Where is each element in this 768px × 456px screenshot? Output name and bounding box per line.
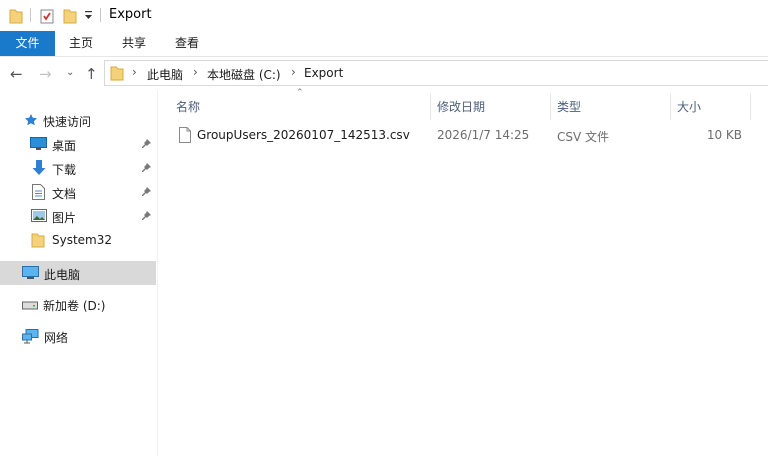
sidebar-item-label: 新加卷 (D:)	[43, 299, 106, 313]
pin-icon	[142, 211, 151, 220]
file-row[interactable]: GroupUsers_20260107_142513.csv 2026/1/7 …	[172, 124, 752, 146]
sidebar-item-label: 文档	[52, 187, 77, 201]
pin-icon	[142, 187, 151, 196]
new-folder-icon[interactable]	[63, 8, 77, 27]
window-title: Export	[109, 7, 152, 22]
sidebar-item-label: 下载	[52, 163, 77, 177]
address-bar[interactable]: › 此电脑 › 本地磁盘 (C:) › Export	[104, 60, 768, 86]
breadcrumb-chevron-icon[interactable]: ›	[193, 65, 198, 79]
column-modified[interactable]: 修改日期	[437, 98, 485, 115]
folder-icon[interactable]	[9, 8, 23, 27]
picture-icon	[31, 209, 47, 225]
sidebar-item-this-pc[interactable]: 此电脑	[0, 261, 156, 285]
toolbar-separator	[100, 8, 101, 22]
properties-icon[interactable]	[40, 8, 54, 27]
network-icon	[22, 329, 39, 347]
download-icon	[32, 160, 46, 179]
column-name[interactable]: 名称	[176, 98, 200, 115]
folder-icon	[31, 232, 45, 251]
csv-file-icon	[179, 127, 191, 146]
computer-icon	[22, 266, 39, 283]
breadcrumb-local-disk[interactable]: 本地磁盘 (C:)	[207, 66, 281, 83]
breadcrumb-chevron-icon[interactable]: ›	[132, 65, 137, 79]
column-size[interactable]: 大小	[677, 98, 701, 115]
sidebar-item-drive-d[interactable]: 新加卷 (D:)	[0, 293, 156, 315]
tab-home[interactable]: 主页	[62, 31, 100, 56]
column-divider[interactable]	[430, 94, 431, 120]
file-type: CSV 文件	[557, 130, 610, 144]
toolbar-separator	[30, 8, 31, 22]
breadcrumb-this-pc[interactable]: 此电脑	[147, 66, 183, 83]
sidebar-item-documents[interactable]: 文档	[0, 181, 156, 203]
sort-ascending-icon: ⌃	[296, 88, 304, 98]
sidebar-item-label: 此电脑	[44, 268, 81, 282]
back-arrow-icon[interactable]: ←	[10, 65, 23, 83]
tab-file[interactable]: 文件	[0, 31, 55, 56]
sidebar-item-label: 图片	[52, 211, 77, 225]
title-bar: Export	[0, 0, 768, 31]
sidebar-item-label: 网络	[44, 331, 69, 345]
sidebar-item-desktop[interactable]: 桌面	[0, 133, 156, 155]
column-divider[interactable]	[670, 94, 671, 120]
breadcrumb-export[interactable]: Export	[304, 66, 343, 80]
document-icon	[32, 184, 45, 203]
sidebar-item-quick-access[interactable]: 快速访问	[0, 109, 156, 131]
desktop-icon	[30, 137, 47, 154]
sidebar-item-system32[interactable]: System32	[0, 229, 156, 251]
recent-locations-chevron-icon[interactable]: ⌄	[66, 67, 74, 78]
customize-dropdown-icon[interactable]	[84, 9, 93, 24]
file-name: GroupUsers_20260107_142513.csv	[197, 128, 410, 142]
sidebar-item-label: System32	[52, 233, 113, 247]
navigation-pane: 快速访问 桌面 下载 文档 图片 System32 此电脑 新加卷 (D:) 网…	[0, 90, 158, 456]
file-size: 10 KB	[706, 128, 742, 142]
sidebar-item-pictures[interactable]: 图片	[0, 205, 156, 227]
tab-share[interactable]: 共享	[115, 31, 153, 56]
column-divider[interactable]	[550, 94, 551, 120]
sidebar-item-network[interactable]: 网络	[0, 325, 156, 347]
column-type[interactable]: 类型	[557, 98, 581, 115]
pin-icon	[142, 139, 151, 148]
pin-icon	[142, 163, 151, 172]
up-arrow-icon[interactable]: ↑	[85, 65, 98, 83]
column-divider[interactable]	[750, 94, 751, 120]
breadcrumb-chevron-icon[interactable]: ›	[291, 65, 296, 79]
star-icon	[24, 113, 38, 130]
drive-icon	[22, 299, 38, 313]
sidebar-item-label: 桌面	[52, 139, 77, 153]
tab-view[interactable]: 查看	[168, 31, 206, 56]
file-modified: 2026/1/7 14:25	[437, 128, 530, 142]
ribbon-tabs: 文件 主页 共享 查看	[0, 31, 768, 57]
forward-arrow-icon[interactable]: →	[39, 65, 52, 83]
sidebar-item-label: 快速访问	[43, 115, 92, 129]
sidebar-item-downloads[interactable]: 下载	[0, 157, 156, 179]
folder-icon	[110, 65, 124, 84]
column-header: ⌃ 名称 修改日期 类型 大小	[158, 88, 768, 120]
